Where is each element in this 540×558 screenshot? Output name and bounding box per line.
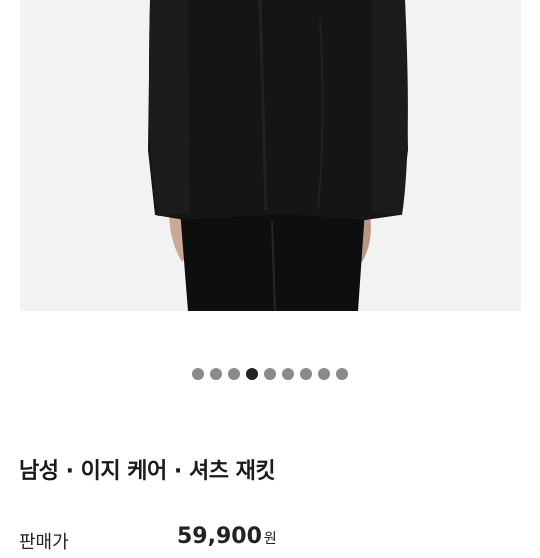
carousel-dot[interactable] <box>264 368 276 380</box>
price-unit: 원 <box>263 531 277 547</box>
price-value: 59,900 원 <box>177 524 277 549</box>
product-image[interactable] <box>20 0 521 311</box>
carousel-dot[interactable] <box>318 368 330 380</box>
carousel-dot[interactable] <box>282 368 294 380</box>
carousel-dot[interactable] <box>228 368 240 380</box>
product-photo-illustration <box>20 0 521 311</box>
carousel-dot[interactable] <box>300 368 312 380</box>
price-amount: 59,900 <box>177 524 262 549</box>
product-title: 남성 · 이지 케어 · 셔츠 재킷 <box>19 459 276 484</box>
carousel-dot[interactable] <box>246 368 258 380</box>
price-label: 판매가 <box>19 532 69 553</box>
carousel-dot[interactable] <box>336 368 348 380</box>
carousel-indicator <box>0 368 540 380</box>
price-row: 판매가 59,900 원 <box>19 524 519 558</box>
carousel-dot[interactable] <box>192 368 204 380</box>
carousel-dot[interactable] <box>210 368 222 380</box>
